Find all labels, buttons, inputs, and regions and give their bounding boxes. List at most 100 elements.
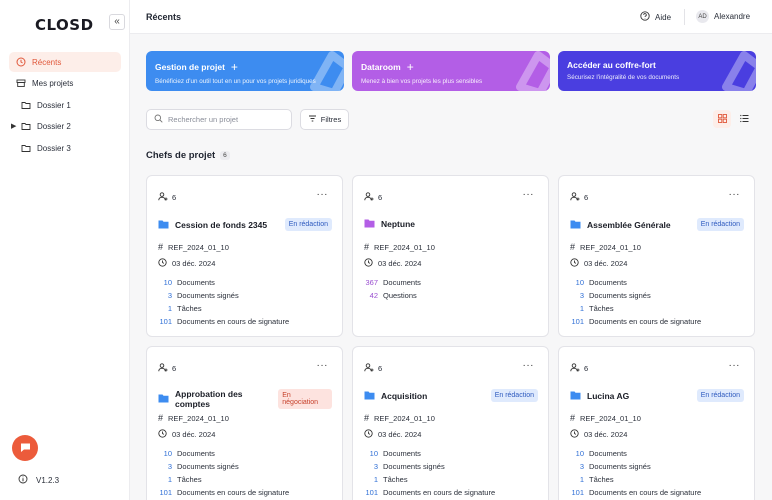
stat-label: Documents signés [589, 462, 651, 471]
decorative-shape-icon [722, 51, 756, 91]
grid-icon [717, 113, 727, 125]
more-options-icon[interactable]: ··· [729, 189, 741, 200]
sidebar-item-dossier-2[interactable]: Dossier 2 [14, 116, 126, 136]
stat-count: 10 [163, 278, 172, 287]
members-value: 6 [378, 364, 383, 373]
project-card[interactable]: 6 ··· Approbation des comptes En négociatio… [146, 346, 343, 500]
card-stats: 10 Documents 3 Documents signés 1 Tâches 101 Do… [362, 447, 495, 499]
stat-label: Tâches [177, 304, 202, 313]
stat-count: 3 [167, 291, 172, 300]
stat-row: 1 Tâches [156, 302, 289, 315]
sidebar-item-dossier-3[interactable]: Dossier 3 [14, 138, 126, 158]
project-card[interactable]: 6 ··· Neptune # REF_2024_01_10 03 déc. 2024 36… [352, 175, 549, 337]
banner-title: Gestion de projet [155, 62, 225, 72]
stat-row: 3 Documents signés [568, 460, 701, 473]
project-folder-icon [158, 219, 169, 231]
search-input[interactable]: Rechercher un projet [146, 109, 292, 130]
user-name: Alexandre [714, 12, 751, 21]
stat-count: 101 [571, 488, 584, 497]
filter-button[interactable]: Filtres [300, 109, 349, 130]
stat-label: Documents en cours de signature [589, 317, 702, 326]
stat-label: Documents [177, 278, 215, 287]
collapse-sidebar-button[interactable]: « [109, 14, 125, 30]
users-icon [158, 363, 169, 374]
stat-label: Documents en cours de signature [383, 488, 496, 497]
card-title-row: Lucina AG En rédaction [570, 389, 744, 402]
ref-value: REF_2024_01_10 [374, 242, 435, 252]
more-options-icon[interactable]: ··· [317, 360, 329, 371]
project-folder-icon [570, 219, 581, 231]
stat-label: Tâches [589, 304, 614, 313]
chat-button[interactable] [12, 435, 38, 461]
members-count: 6 [570, 192, 588, 203]
project-card[interactable]: 6 ··· Acquisition En rédaction # REF_2024_01_… [352, 346, 549, 500]
hash-icon: # [570, 242, 576, 252]
card-title[interactable]: Cession de fonds 2345 [158, 219, 267, 231]
stat-count: 101 [571, 317, 584, 326]
user-menu[interactable]: AD Alexandre [696, 10, 750, 23]
help-icon [640, 11, 650, 23]
members-value: 6 [172, 193, 177, 202]
project-card[interactable]: 6 ··· Assemblée Générale En rédaction # REF_2… [558, 175, 755, 337]
list-view-button[interactable] [735, 110, 753, 128]
card-title-row: Assemblée Générale En rédaction [570, 218, 744, 231]
card-stats: 367 Documents 42 Questions [362, 276, 421, 302]
card-title-label: Acquisition [381, 390, 428, 401]
banner-gestion-de-projet[interactable]: Gestion de projet + Bénéficiez d'un outil… [146, 51, 344, 91]
stat-count: 1 [167, 304, 172, 313]
more-options-icon[interactable]: ··· [523, 189, 535, 200]
stat-label: Documents signés [589, 291, 651, 300]
stat-count: 3 [373, 462, 378, 471]
sidebar-item-label: Dossier 1 [37, 100, 71, 110]
more-options-icon[interactable]: ··· [317, 189, 329, 200]
stat-label: Tâches [589, 475, 614, 484]
card-ref: # REF_2024_01_10 [570, 242, 641, 252]
stat-count: 101 [365, 488, 378, 497]
card-ref: # REF_2024_01_10 [570, 413, 641, 423]
card-title[interactable]: Lucina AG [570, 390, 629, 402]
card-title-label: Lucina AG [587, 390, 630, 401]
stat-label: Documents en cours de signature [177, 317, 290, 326]
chat-icon [20, 442, 31, 455]
banner-coffre-fort[interactable]: Accéder au coffre-fort Sécurisez l'intég… [558, 51, 756, 91]
banner-dataroom[interactable]: Dataroom + Menez à bien vos projets les p… [352, 51, 550, 91]
help-link[interactable]: Aide [640, 11, 671, 23]
stat-count: 1 [167, 475, 172, 484]
card-ref: # REF_2024_01_10 [158, 242, 229, 252]
info-icon[interactable] [18, 474, 28, 486]
card-ref: # REF_2024_01_10 [364, 242, 435, 252]
sidebar-item-mes-projets[interactable]: Mes projets [9, 73, 121, 93]
users-icon [158, 192, 169, 203]
stat-row: 1 Tâches [156, 473, 289, 486]
search-icon [154, 114, 163, 125]
filter-label: Filtres [320, 115, 342, 124]
grid-view-button[interactable] [713, 110, 731, 128]
card-title[interactable]: Acquisition [364, 390, 427, 402]
card-title[interactable]: Assemblée Générale [570, 219, 671, 231]
card-date: 03 déc. 2024 [364, 429, 421, 440]
hash-icon: # [158, 413, 164, 423]
date-value: 03 déc. 2024 [378, 259, 422, 268]
stat-row: 3 Documents signés [362, 460, 495, 473]
stat-label: Documents en cours de signature [177, 488, 290, 497]
project-card[interactable]: 6 ··· Lucina AG En rédaction # REF_2024_01_10… [558, 346, 755, 500]
stat-label: Documents [383, 278, 421, 287]
card-title[interactable]: Neptune [364, 218, 415, 230]
members-value: 6 [584, 193, 589, 202]
card-title-label: Cession de fonds 2345 [175, 219, 268, 230]
project-card[interactable]: 6 ··· Cession de fonds 2345 En rédaction # RE… [146, 175, 343, 337]
more-options-icon[interactable]: ··· [523, 360, 535, 371]
users-icon [570, 192, 581, 203]
sidebar-item-dossier-1[interactable]: Dossier 1 [14, 95, 126, 115]
users-icon [364, 363, 375, 374]
stat-count: 3 [579, 462, 584, 471]
card-title[interactable]: Approbation des comptes [158, 389, 278, 409]
status-badge: En rédaction [490, 389, 538, 402]
ref-value: REF_2024_01_10 [374, 413, 435, 423]
stat-count: 101 [159, 488, 172, 497]
hash-icon: # [364, 413, 370, 423]
users-icon [570, 363, 581, 374]
sidebar-item-recents[interactable]: Récents [9, 52, 121, 72]
more-options-icon[interactable]: ··· [729, 360, 741, 371]
stat-row: 101 Documents en cours de signature [362, 486, 495, 499]
